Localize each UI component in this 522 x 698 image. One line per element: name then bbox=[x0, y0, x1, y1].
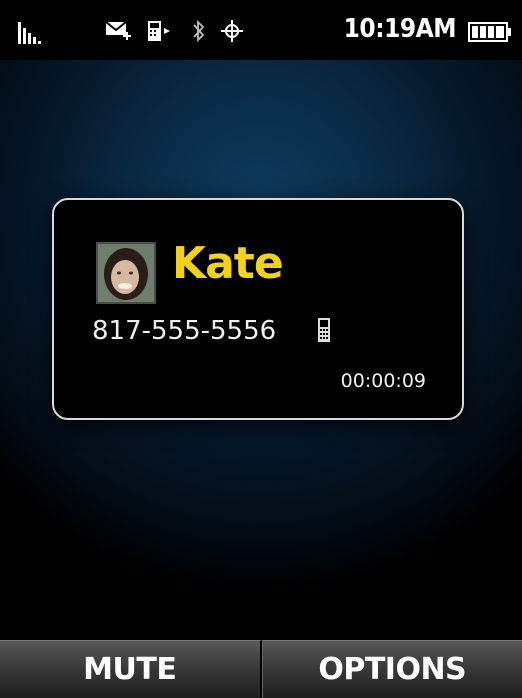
battery-icon bbox=[468, 22, 511, 42]
avatar-photo bbox=[98, 244, 154, 302]
gps-icon bbox=[221, 20, 243, 42]
bluetooth-icon bbox=[193, 19, 205, 43]
active-call-card: Kate 817-555-5556 00:00:09 bbox=[52, 198, 464, 420]
mute-button[interactable]: MUTE bbox=[0, 640, 262, 698]
new-message-icon bbox=[105, 21, 131, 40]
phone-icon bbox=[148, 21, 170, 41]
options-button[interactable]: OPTIONS bbox=[261, 640, 522, 698]
status-bar: 10:19AM bbox=[0, 0, 522, 60]
contact-name: Kate bbox=[172, 238, 284, 289]
signal-icon bbox=[18, 22, 41, 44]
mobile-phone-icon bbox=[318, 318, 330, 342]
status-time: 10:19AM bbox=[343, 14, 457, 44]
call-duration: 00:00:09 bbox=[340, 370, 426, 392]
softkey-bar: MUTE OPTIONS bbox=[0, 640, 522, 698]
contact-avatar bbox=[96, 242, 156, 304]
phone-number: 817-555-5556 bbox=[92, 316, 277, 346]
